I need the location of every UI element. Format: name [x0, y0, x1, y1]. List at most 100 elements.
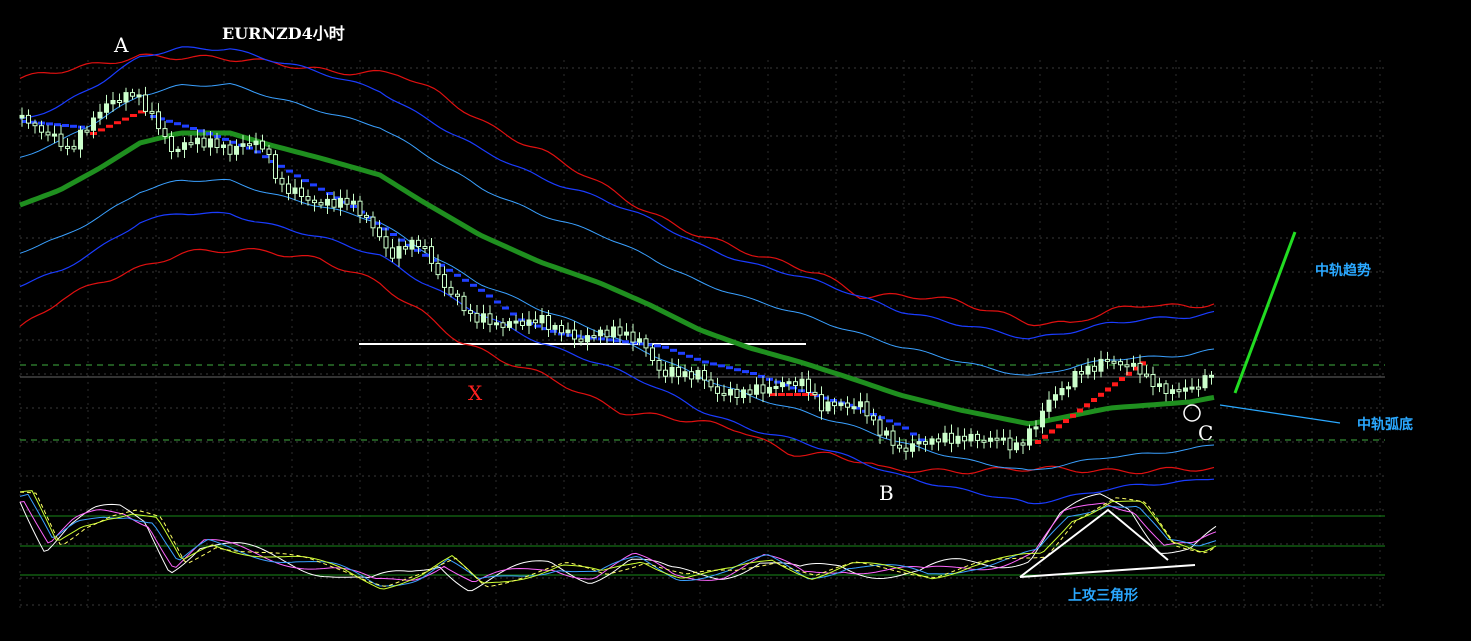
candle-body [617, 326, 623, 336]
candle-body [377, 227, 382, 238]
candle-body [1157, 383, 1162, 387]
candle-body [455, 293, 460, 297]
candle-body [682, 371, 688, 378]
candle-body [247, 143, 252, 147]
annotation-mid-trend: 中轨趋势 [1315, 262, 1371, 279]
candle-body [1118, 361, 1123, 366]
candle-body [903, 447, 909, 452]
trend-dot-down [414, 248, 421, 252]
candle-body [364, 214, 369, 218]
candle-body [611, 326, 616, 338]
candle-body [461, 295, 467, 312]
candle-body [390, 247, 395, 259]
candle-body [994, 437, 1000, 441]
trend-dot-up [778, 393, 785, 396]
candle-body [897, 444, 902, 449]
candle-body [884, 430, 889, 436]
candle-body [260, 140, 265, 150]
candle-body [26, 114, 31, 124]
candle-body [266, 148, 272, 155]
point-label-c: C [1198, 421, 1213, 445]
trend-dot-down [230, 140, 237, 144]
trend-dot-down [462, 278, 469, 282]
candle-body [715, 386, 720, 394]
candle-body [416, 239, 421, 248]
candle-body [253, 140, 259, 146]
trend-dot-up [1042, 434, 1048, 439]
candle-body [565, 329, 571, 334]
candle-body [786, 381, 792, 385]
candle-body [526, 319, 532, 326]
candle-body [864, 401, 870, 417]
trend-dot-up [786, 393, 793, 396]
trend-dot-up [114, 121, 121, 125]
candle-body [572, 329, 577, 340]
candle-body [500, 322, 506, 328]
candle-body [871, 415, 876, 421]
trend-dot-down [726, 366, 733, 370]
trend-dot-down [46, 122, 53, 126]
trend-dot-down [750, 372, 757, 375]
candle-body [520, 320, 525, 327]
candle-body [1163, 383, 1169, 394]
candle-body [591, 335, 597, 339]
candle-body [799, 378, 805, 387]
trend-dot-up [1056, 424, 1062, 429]
candle-body [344, 197, 350, 205]
trend-dot-down [174, 122, 181, 126]
candle-body [39, 125, 44, 133]
candle-body [539, 315, 545, 324]
candle-body [162, 128, 168, 138]
candle-body [734, 388, 740, 398]
trend-dot-up [122, 117, 129, 121]
trend-dot-down [182, 124, 189, 128]
trend-dot-down [662, 345, 669, 349]
candle-body [136, 94, 142, 98]
candle-body [962, 435, 967, 442]
candle-body [851, 406, 857, 410]
candle-body [338, 197, 343, 208]
candle-body [1046, 399, 1052, 412]
candle-body [923, 441, 928, 445]
annotation-ascending-triangle: 上攻三角形 [1068, 587, 1138, 604]
candle-body [123, 92, 129, 103]
candle-body [728, 388, 733, 396]
candle-body [624, 331, 629, 336]
candle-body [708, 379, 714, 388]
candle-body [130, 92, 135, 97]
candle-body [507, 321, 512, 328]
trend-dot-down [598, 337, 605, 341]
candle-body [1085, 365, 1091, 375]
candle-body [19, 114, 25, 119]
candle-body [669, 366, 675, 377]
trend-dot-up [1112, 382, 1118, 387]
candle-body [110, 100, 116, 105]
candle-body [955, 435, 961, 444]
trend-dot-down [902, 426, 909, 430]
candle-body [793, 381, 798, 387]
trend-dot-down [622, 340, 629, 344]
candle [273, 150, 278, 184]
candle-body [1092, 365, 1097, 372]
candle-body [760, 384, 766, 394]
trend-dot-down [222, 137, 229, 141]
trend-dot-up [1091, 398, 1097, 402]
trend-dot-down [62, 124, 69, 127]
point-label-a: A [113, 33, 129, 57]
candle-body [936, 438, 941, 443]
trend-dot-down [550, 329, 557, 333]
candle-body [578, 338, 584, 343]
candle-body [201, 137, 207, 148]
candle-body [1007, 437, 1013, 451]
candle-body [104, 103, 109, 113]
trend-dot-down [190, 127, 197, 130]
trend-dot-down [742, 370, 749, 374]
candle-body [351, 200, 356, 205]
candle-body [240, 143, 246, 147]
candle-body [819, 394, 824, 412]
candle-body [754, 384, 759, 395]
candle-body [858, 401, 863, 408]
candle-body [838, 402, 844, 407]
candle-body [968, 433, 974, 442]
candle-body [546, 315, 551, 330]
